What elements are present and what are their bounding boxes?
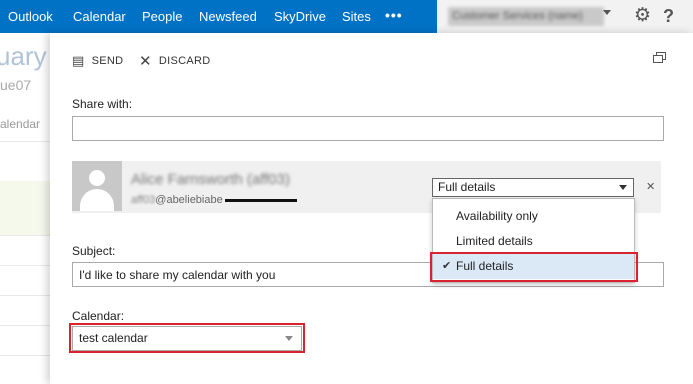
help-icon[interactable]: ? xyxy=(663,3,674,29)
recipient-email-domain: @abeliebiabe xyxy=(155,194,223,206)
background-subtitle: ue07 xyxy=(0,77,32,93)
user-name: Customer Services (name) xyxy=(452,10,583,22)
background-month-title: uary 2 xyxy=(0,41,56,71)
close-icon: ✕ xyxy=(139,53,152,70)
nav-newsfeed[interactable]: Newsfeed xyxy=(199,0,257,33)
divider xyxy=(0,325,56,326)
send-icon: ▤ xyxy=(72,53,85,68)
avatar xyxy=(72,161,122,211)
send-button[interactable]: ▤ SEND xyxy=(72,53,123,69)
divider xyxy=(0,235,56,236)
nav-people[interactable]: People xyxy=(142,0,182,33)
background-band xyxy=(0,181,56,235)
divider xyxy=(0,295,56,296)
divider xyxy=(0,355,56,356)
redaction-bar xyxy=(224,198,297,202)
divider xyxy=(0,141,56,142)
menu-item-label: Limited details xyxy=(456,234,533,248)
subject-label: Subject: xyxy=(72,244,116,258)
share-with-label: Share with: xyxy=(72,97,133,111)
permission-select[interactable]: Full details xyxy=(432,178,634,197)
top-navigation-bar: Outlook Calendar People Newsfeed SkyDriv… xyxy=(0,0,693,33)
highlight-box-calendar xyxy=(69,323,305,353)
calendar-label: Calendar: xyxy=(72,309,125,323)
chevron-down-icon[interactable] xyxy=(603,10,611,15)
menu-item-availability-only[interactable]: Availability only xyxy=(433,204,634,229)
gear-icon[interactable]: ⚙ xyxy=(634,3,651,29)
background-calendar-page: uary 2 ue07 alendar xyxy=(0,33,56,384)
nav-skydrive[interactable]: SkyDrive xyxy=(274,0,326,33)
nav-calendar[interactable]: Calendar xyxy=(73,0,126,33)
chevron-down-icon xyxy=(619,185,627,190)
recipient-email-prefix: aff03 xyxy=(131,194,156,206)
more-apps-icon[interactable]: ••• xyxy=(385,0,403,33)
user-name-button[interactable]: Customer Services (name) xyxy=(448,7,604,26)
discard-label: DISCARD xyxy=(158,55,211,67)
highlight-box-full-details xyxy=(430,252,638,282)
recipient-name: Alice Farnsworth (aff03) xyxy=(131,171,290,188)
nav-outlook[interactable]: Outlook xyxy=(8,0,53,33)
recipient-email: aff03@abeliebiabe xyxy=(131,194,297,206)
discard-button[interactable]: ✕ DISCARD xyxy=(139,53,211,70)
divider xyxy=(0,265,56,266)
menu-item-limited-details[interactable]: Limited details xyxy=(433,229,634,254)
menu-item-label: Availability only xyxy=(456,209,538,223)
share-with-input[interactable] xyxy=(72,116,664,141)
nav-sites[interactable]: Sites xyxy=(342,0,371,33)
permission-value: Full details xyxy=(438,180,496,194)
popout-icon[interactable] xyxy=(653,52,667,64)
background-calendar-label: alendar xyxy=(0,117,41,131)
remove-recipient-icon[interactable]: ✕ xyxy=(646,180,655,193)
send-label: SEND xyxy=(91,55,124,67)
